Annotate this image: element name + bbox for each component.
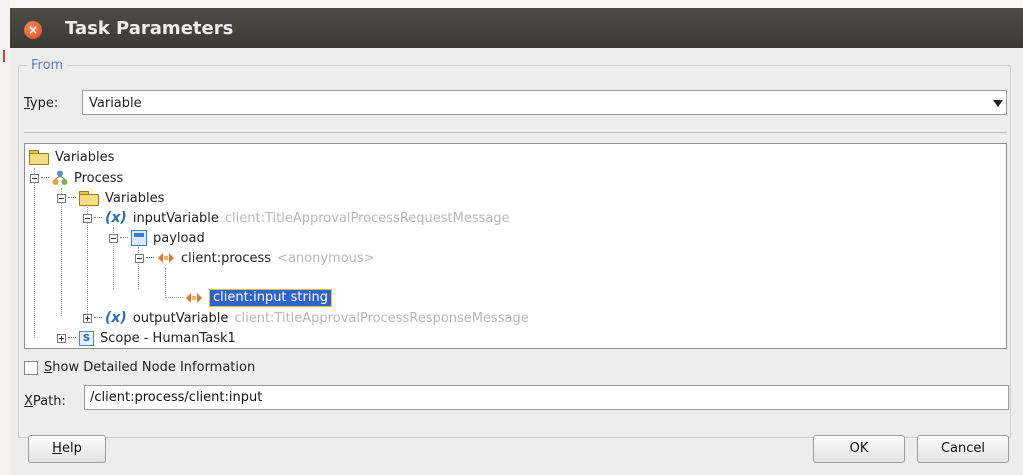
variables-tree[interactable]: Variables Process Variables (x) inputVar… <box>24 143 1007 349</box>
tree-node-client-input[interactable]: client:input string <box>185 288 332 308</box>
tree-node-type: client:TitleApprovalProcessRequestMessag… <box>224 210 510 226</box>
background-window-top <box>10 0 1023 8</box>
title-bar: × Task Parameters <box>10 8 1023 48</box>
folder-icon <box>29 150 49 165</box>
collapse-toggle-icon[interactable] <box>109 233 118 243</box>
tree-connector <box>94 217 102 219</box>
tree-node-label: outputVariable <box>132 310 229 326</box>
show-detail-option[interactable]: Show Detailed Node Information <box>24 360 255 375</box>
tree-node-scope[interactable]: S Scope - HumanTask1 <box>57 328 236 348</box>
xpath-label: XPath: <box>24 394 66 409</box>
scope-icon: S <box>79 330 94 346</box>
tree-node-label: client:process <box>181 250 272 266</box>
tree-node-process[interactable]: Process <box>30 168 123 188</box>
tree-node-input-variable[interactable]: (x) inputVariable client:TitleApprovalPr… <box>83 208 510 228</box>
tree-connector <box>68 337 76 339</box>
tree-node-label: Variables <box>55 149 115 165</box>
process-icon <box>52 170 68 186</box>
background-marker <box>3 50 5 62</box>
tree-guide-line <box>165 268 166 298</box>
tree-node-output-variable[interactable]: (x) outputVariable client:TitleApprovalP… <box>83 308 529 328</box>
element-icon <box>157 251 175 265</box>
tree-guide-line <box>165 297 183 298</box>
element-icon <box>185 291 203 305</box>
tree-connector <box>94 317 102 319</box>
collapse-toggle-icon[interactable] <box>30 173 39 183</box>
tree-node-type: client:TitleApprovalProcessResponseMessa… <box>234 310 529 326</box>
task-parameters-dialog: × Task Parameters From Type: Variable Va… <box>10 8 1023 475</box>
folder-icon <box>79 191 99 206</box>
dialog-title: Task Parameters <box>65 18 234 39</box>
tree-guide-line <box>34 168 35 338</box>
xpath-input[interactable] <box>84 385 1009 410</box>
tree-node-label-selected: client:input string <box>209 289 332 307</box>
collapse-toggle-icon[interactable] <box>57 193 66 203</box>
tree-node-label: payload <box>153 230 205 246</box>
type-select-value: Variable <box>89 96 142 111</box>
collapse-toggle-icon[interactable] <box>135 253 144 263</box>
from-legend: From <box>31 58 64 73</box>
tree-node-client-process[interactable]: client:process <anonymous> <box>135 248 375 268</box>
tree-node-label: Process <box>74 170 124 186</box>
close-icon: × <box>27 23 39 37</box>
expand-toggle-icon[interactable] <box>83 313 92 323</box>
tree-node-label: Variables <box>105 190 165 206</box>
xpath-label-text: Path: <box>32 394 66 409</box>
tree-node-type: <anonymous> <box>277 250 375 266</box>
dropdown-arrow-icon[interactable] <box>993 100 1003 107</box>
tree-node-payload[interactable]: payload <box>109 228 205 248</box>
xpath-label-mnemonic: X <box>24 394 33 409</box>
tree-connector <box>120 237 128 239</box>
variable-icon: (x) <box>105 310 127 326</box>
cancel-button[interactable]: Cancel <box>917 435 1009 463</box>
type-label: Type: <box>24 96 58 111</box>
tree-connector <box>41 177 49 179</box>
show-detail-checkbox[interactable] <box>24 360 38 375</box>
variable-icon: (x) <box>105 210 127 226</box>
tree-connector <box>146 257 154 259</box>
help-text: elp <box>61 441 82 456</box>
background-window-edge <box>0 0 10 475</box>
type-select[interactable]: Variable <box>82 90 1007 115</box>
separator <box>24 132 1007 133</box>
help-button[interactable]: Help <box>28 435 106 463</box>
tree-node-label: inputVariable <box>132 210 219 226</box>
type-label-text: ype: <box>29 96 59 111</box>
tree-connector <box>68 197 76 199</box>
show-detail-label: Show Detailed Node Information <box>44 360 255 375</box>
ok-button[interactable]: OK <box>813 435 905 463</box>
collapse-toggle-icon[interactable] <box>83 213 92 223</box>
help-mnemonic: H <box>52 441 62 456</box>
tree-node-label: Scope - HumanTask1 <box>100 330 236 346</box>
close-button[interactable]: × <box>24 21 42 39</box>
tree-node-variables[interactable]: Variables <box>57 188 164 208</box>
show-detail-text: how Detailed Node Information <box>52 360 256 375</box>
expand-toggle-icon[interactable] <box>57 333 66 343</box>
tree-node-variables-root[interactable]: Variables <box>29 147 114 167</box>
payload-icon <box>131 230 147 246</box>
